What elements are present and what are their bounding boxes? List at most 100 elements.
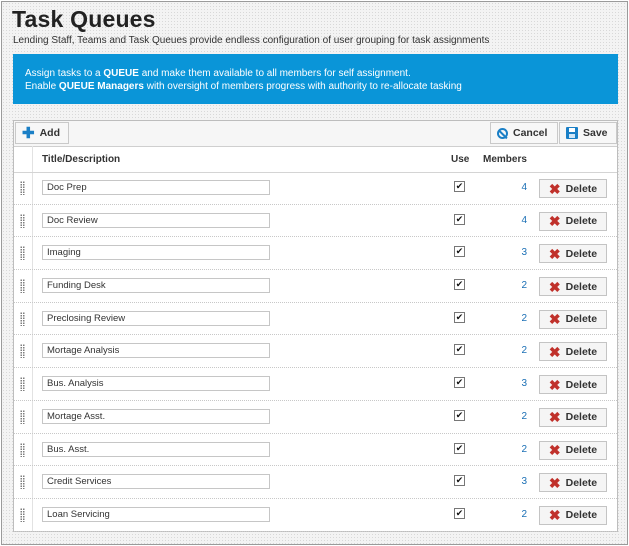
queue-name-input[interactable] <box>42 180 270 195</box>
delete-button[interactable]: ✖ Delete <box>539 505 607 525</box>
delete-label: Delete <box>565 476 598 489</box>
queue-name-input[interactable] <box>42 278 270 294</box>
page-title: Task Queues <box>12 6 156 32</box>
cancel-icon <box>497 127 508 139</box>
drag-handle-icon[interactable] <box>20 181 25 195</box>
save-button[interactable]: Save <box>559 122 617 144</box>
banner-bold-text: QUEUE Managers <box>58 81 144 92</box>
members-count-link[interactable]: 3 <box>494 476 527 487</box>
delete-button[interactable]: ✖ Delete <box>539 440 607 460</box>
table-row: ✔ 3 ✖ Delete <box>14 368 617 401</box>
table-row: ✔ 2 ✖ Delete <box>14 335 617 369</box>
delete-button[interactable]: ✖ Delete <box>539 211 607 231</box>
drag-handle-icon[interactable] <box>20 377 25 392</box>
drag-handle-icon[interactable] <box>20 344 25 359</box>
save-label: Save <box>583 127 608 139</box>
save-icon <box>566 127 578 139</box>
use-checkbox[interactable]: ✔ <box>454 213 465 225</box>
delete-button[interactable]: ✖ Delete <box>539 342 607 362</box>
queue-name-input[interactable] <box>42 506 270 522</box>
delete-label: Delete <box>565 378 598 391</box>
delete-label: Delete <box>565 182 598 195</box>
delete-label: Delete <box>565 247 598 260</box>
drag-handle-icon[interactable] <box>20 311 25 326</box>
delete-x-icon: ✖ <box>548 180 561 197</box>
delete-x-icon: ✖ <box>548 245 561 262</box>
delete-label: Delete <box>565 280 598 293</box>
drag-handle-icon[interactable] <box>20 409 25 424</box>
delete-x-icon: ✖ <box>548 507 561 524</box>
delete-x-icon: ✖ <box>548 409 561 426</box>
queue-name-input[interactable] <box>42 310 270 326</box>
use-checkbox[interactable]: ✔ <box>454 181 465 192</box>
queue-name-input[interactable] <box>42 474 270 490</box>
info-banner: Assign tasks to a QUEUE and make them av… <box>13 54 618 104</box>
use-checkbox[interactable]: ✔ <box>454 279 465 291</box>
delete-label: Delete <box>565 345 598 358</box>
use-checkbox[interactable]: ✔ <box>454 475 465 487</box>
delete-button[interactable]: ✖ Delete <box>539 179 607 198</box>
use-checkbox[interactable]: ✔ <box>454 311 465 323</box>
cancel-button[interactable]: Cancel <box>490 122 558 144</box>
use-checkbox[interactable]: ✔ <box>454 409 465 421</box>
use-checkbox[interactable]: ✔ <box>454 442 465 454</box>
delete-x-icon: ✖ <box>548 376 561 393</box>
delete-button[interactable]: ✖ Delete <box>539 309 607 329</box>
queue-name-input[interactable] <box>42 212 270 228</box>
queue-rows: ✔ 4 ✖ Delete ✔ 4 ✖ Delete ✔ 3 ✖ Delete ✔… <box>14 172 617 532</box>
delete-x-icon: ✖ <box>548 343 561 360</box>
queue-name-input[interactable] <box>42 441 270 457</box>
grid-toolbar: ✚ Add Cancel Save <box>14 121 617 147</box>
delete-x-icon: ✖ <box>548 442 561 458</box>
drag-handle-icon[interactable] <box>20 442 25 457</box>
table-row: ✔ 3 ✖ Delete <box>14 237 617 271</box>
drag-handle-icon[interactable] <box>20 246 25 261</box>
delete-label: Delete <box>565 444 598 456</box>
banner-text: and make them available to all members f… <box>138 68 411 79</box>
queue-name-input[interactable] <box>42 376 270 392</box>
use-checkbox[interactable]: ✔ <box>454 507 465 519</box>
drag-handle-icon[interactable] <box>20 213 25 228</box>
members-count-link[interactable]: 2 <box>494 280 527 291</box>
task-queues-page: Task Queues Lending Staff, Teams and Tas… <box>1 1 628 545</box>
drag-handle-icon[interactable] <box>20 279 25 294</box>
delete-button[interactable]: ✖ Delete <box>539 375 607 395</box>
members-count-link[interactable]: 2 <box>494 345 527 356</box>
banner-bold-text: QUEUE <box>103 68 139 79</box>
members-count-link[interactable]: 3 <box>494 247 527 258</box>
delete-button[interactable]: ✖ Delete <box>539 277 607 297</box>
delete-button[interactable]: ✖ Delete <box>539 473 607 493</box>
delete-label: Delete <box>565 509 598 522</box>
use-checkbox[interactable]: ✔ <box>454 344 465 356</box>
members-count-link[interactable]: 4 <box>494 182 527 193</box>
delete-x-icon: ✖ <box>548 213 561 230</box>
use-checkbox[interactable]: ✔ <box>454 246 465 258</box>
members-count-link[interactable]: 3 <box>494 378 527 389</box>
column-header-use: Use <box>451 154 470 165</box>
banner-text: Enable <box>25 81 59 92</box>
members-count-link[interactable]: 2 <box>494 411 527 422</box>
add-button[interactable]: ✚ Add <box>15 122 69 144</box>
delete-x-icon: ✖ <box>548 278 561 295</box>
drag-handle-icon[interactable] <box>20 507 25 522</box>
members-count-link[interactable]: 2 <box>494 444 527 455</box>
table-row: ✔ 2 ✖ Delete <box>14 434 617 467</box>
delete-button[interactable]: ✖ Delete <box>539 407 607 427</box>
banner-text: Assign tasks to a <box>25 68 104 79</box>
members-count-link[interactable]: 4 <box>494 215 527 226</box>
members-count-link[interactable]: 2 <box>494 313 527 324</box>
queue-name-input[interactable] <box>42 408 270 424</box>
delete-button[interactable]: ✖ Delete <box>539 244 607 264</box>
queue-name-input[interactable] <box>42 343 270 359</box>
queue-name-input[interactable] <box>42 245 270 261</box>
table-row: ✔ 3 ✖ Delete <box>14 466 617 499</box>
delete-x-icon: ✖ <box>548 474 561 491</box>
banner-line-2: Enable QUEUE Managers with oversight of … <box>25 80 618 93</box>
drag-handle-icon[interactable] <box>20 475 25 490</box>
queue-grid: ✚ Add Cancel Save Title/Description Use … <box>13 120 618 532</box>
table-row: ✔ 2 ✖ Delete <box>14 499 617 532</box>
use-checkbox[interactable]: ✔ <box>454 377 465 389</box>
members-count-link[interactable]: 2 <box>494 509 527 520</box>
banner-text: with oversight of members progress with … <box>143 81 462 92</box>
column-header-members: Members <box>483 154 527 165</box>
